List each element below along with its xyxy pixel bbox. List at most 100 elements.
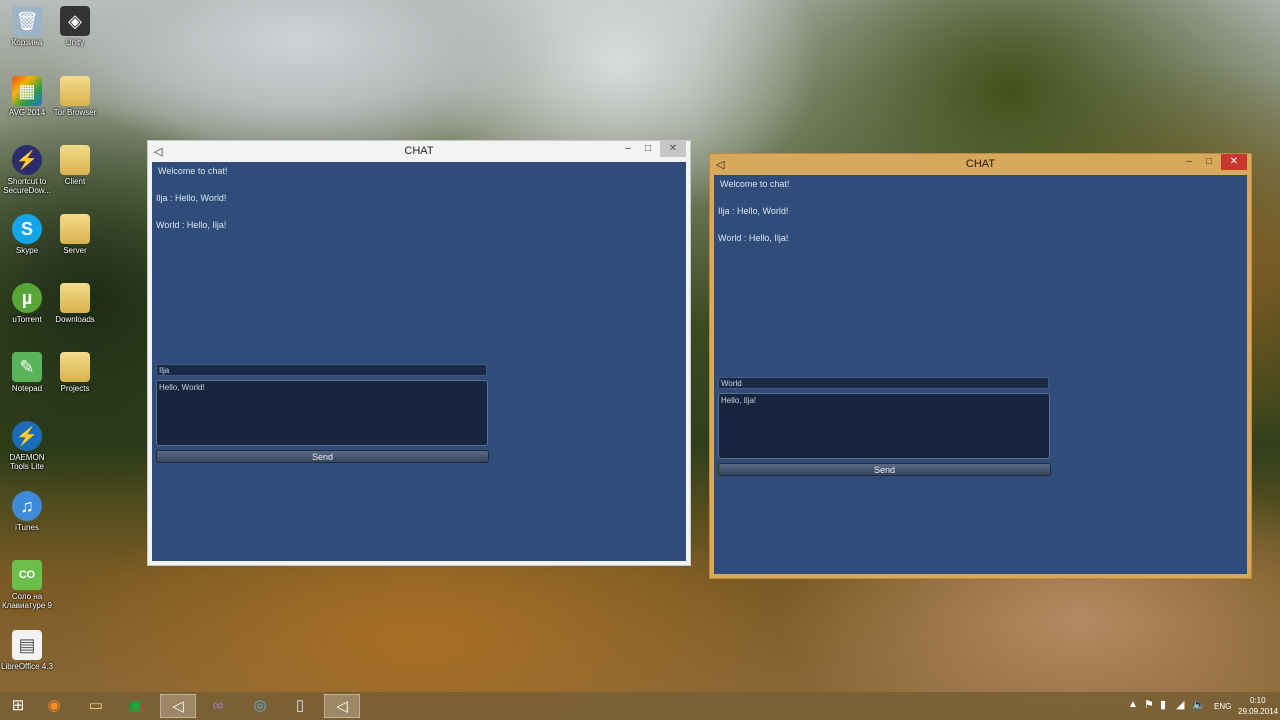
volume-icon[interactable]: 🔈 [1192, 698, 1206, 711]
unity-icon: ◁ [336, 698, 348, 715]
chat-message: World : Hello, Ilja! [156, 220, 227, 230]
window-titlebar[interactable]: ◁ CHAT – □ ✕ [710, 154, 1251, 174]
chat-message: World : Hello, Ilja! [718, 233, 789, 243]
folder-icon [60, 76, 90, 106]
chat-message: Welcome to chat! [158, 166, 228, 176]
battery-icon[interactable]: ▮ [1160, 698, 1166, 711]
message-input[interactable]: Hello, World! [156, 380, 488, 446]
firefox-icon: ◉ [47, 697, 61, 714]
desktop-icon-downloads[interactable]: Downloads [48, 283, 102, 324]
desktop-icon-securedownload[interactable]: ⚡ Shortcut to SecureDow... [0, 145, 54, 195]
desktop-icon-tor-browser[interactable]: Tor Browser [48, 76, 102, 117]
window-title: CHAT [965, 158, 996, 170]
desktop-icon-skype[interactable]: S Skype [0, 214, 54, 255]
desktop-icon-libreoffice[interactable]: ▤ LibreOffice 4.3 [0, 630, 54, 671]
desktop-icon-avg[interactable]: ▦ AVG 2014 [0, 76, 54, 117]
username-input[interactable]: World [718, 377, 1049, 389]
desktop-icon-label: iTunes [15, 523, 39, 532]
chat-window-right: ◁ CHAT – □ ✕ Welcome to chat! Ilja : Hel… [709, 153, 1252, 579]
chat-client-area: Welcome to chat! Ilja : Hello, World! Wo… [152, 162, 686, 561]
desktop-icon-label: Skype [15, 246, 39, 255]
clock-date[interactable]: 29.09.2014 [1238, 707, 1278, 716]
solo-icon: СО [12, 560, 42, 590]
username-input[interactable]: Ilja [156, 364, 487, 376]
taskbar-store[interactable]: ▣ [118, 694, 154, 718]
taskbar-unity-2[interactable]: ◁ [324, 694, 360, 718]
desktop-icon-label: Server [63, 246, 87, 255]
desktop-icon-label: Notepad [11, 384, 43, 393]
close-button[interactable]: ✕ [1221, 154, 1247, 170]
window-title: CHAT [404, 145, 434, 157]
chevron-up-icon[interactable]: ▲ [1128, 699, 1138, 710]
desktop-icon-solo[interactable]: СО Соло на Клавиатуре 9 [0, 560, 54, 610]
desktop-icon-notepad[interactable]: ✎ Notepad [0, 352, 54, 393]
folder-icon [60, 283, 90, 313]
send-button[interactable]: Send [718, 463, 1051, 476]
store-icon: ▣ [128, 697, 144, 714]
folder-icon [60, 352, 90, 382]
desktop-icon-label: Соло на Клавиатуре 9 [1, 592, 52, 610]
daemon-tools-icon: ⚡ [12, 421, 42, 451]
system-tray: ▲ ⚑ ▮ ◢ 🔈 ENG 0:10 29.09.2014 [1120, 692, 1280, 720]
minimize-button[interactable]: – [618, 141, 638, 157]
folder-icon [60, 214, 90, 244]
window-icon: ▯ [295, 697, 305, 714]
recycle-bin-icon: 🗑 [12, 6, 42, 36]
chat-window-left: ◁ CHAT – □ ✕ Welcome to chat! Ilja : Hel… [147, 140, 691, 566]
desktop-icon-projects[interactable]: Projects [48, 352, 102, 393]
taskbar: ⊞ ◉ ▭ ▣ ◁ ∞ ◎ ▯ ◁ ▲ ⚑ ▮ ◢ 🔈 ENG 0:10 29.… [0, 692, 1280, 720]
desktop-icon-label: Shortcut to SecureDow... [3, 177, 51, 195]
clock-time[interactable]: 0:10 [1250, 696, 1266, 705]
message-input[interactable]: Hello, Ilja! [718, 393, 1050, 459]
desktop-icon-utorrent[interactable]: µ uTorrent [0, 283, 54, 324]
desktop-icon-daemon-tools[interactable]: ⚡ DAEMON Tools Lite [0, 421, 54, 471]
unity-icon: ◁ [172, 698, 184, 715]
app-icon: ◎ [253, 697, 267, 714]
avg-icon: ▦ [12, 76, 42, 106]
notepad-icon: ✎ [12, 352, 42, 382]
desktop-icon-label: Корзина [11, 38, 43, 47]
chat-message: Ilja : Hello, World! [718, 206, 789, 216]
file-explorer-icon: ▭ [88, 697, 104, 714]
desktop-icon-recycle-bin[interactable]: 🗑 Корзина [0, 6, 54, 47]
start-button[interactable]: ⊞ [0, 694, 36, 718]
lightning-icon: ⚡ [12, 145, 42, 175]
taskbar-firefox[interactable]: ◉ [36, 694, 72, 718]
desktop-icon-itunes[interactable]: ♫ iTunes [0, 491, 54, 532]
desktop-icon-label: LibreOffice 4.3 [1, 662, 53, 671]
libreoffice-icon: ▤ [12, 630, 42, 660]
skype-icon: S [12, 214, 42, 244]
taskbar-window[interactable]: ▯ [282, 694, 318, 718]
chat-message: Ilja : Hello, World! [156, 193, 227, 203]
desktop-icon-label: Unity [65, 38, 85, 47]
maximize-button[interactable]: □ [638, 141, 658, 157]
utorrent-icon: µ [12, 283, 42, 313]
minimize-button[interactable]: – [1179, 154, 1199, 170]
taskbar-file-explorer[interactable]: ▭ [78, 694, 114, 718]
desktop-icon-label: uTorrent [12, 315, 42, 324]
desktop-icon-label: AVG 2014 [8, 108, 46, 117]
taskbar-visual-studio[interactable]: ∞ [200, 694, 236, 718]
maximize-button[interactable]: □ [1199, 154, 1219, 170]
desktop-icon-label: Downloads [55, 315, 95, 324]
close-button[interactable]: ✕ [660, 141, 686, 157]
taskbar-unity[interactable]: ◁ [160, 694, 196, 718]
itunes-icon: ♫ [12, 491, 42, 521]
start-icon: ⊞ [11, 697, 25, 714]
desktop-icon-client[interactable]: Client [48, 145, 102, 186]
desktop-icon-label: Projects [60, 384, 90, 393]
chat-client-area: Welcome to chat! Ilja : Hello, World! Wo… [714, 175, 1247, 574]
window-titlebar[interactable]: ◁ CHAT – □ ✕ [148, 141, 690, 161]
language-indicator[interactable]: ENG [1214, 702, 1231, 711]
flag-icon[interactable]: ⚑ [1144, 698, 1154, 711]
send-button[interactable]: Send [156, 450, 489, 463]
desktop-icon-label: DAEMON Tools Lite [9, 453, 45, 471]
network-icon[interactable]: ◢ [1176, 698, 1184, 711]
taskbar-app[interactable]: ◎ [242, 694, 278, 718]
desktop-icon-server[interactable]: Server [48, 214, 102, 255]
chat-message: Welcome to chat! [720, 179, 790, 189]
desktop-icon-label: Client [64, 177, 86, 186]
desktop-icon-unity[interactable]: ◈ Unity [48, 6, 102, 47]
desktop-icon-label: Tor Browser [53, 108, 97, 117]
unity-icon: ◈ [60, 6, 90, 36]
